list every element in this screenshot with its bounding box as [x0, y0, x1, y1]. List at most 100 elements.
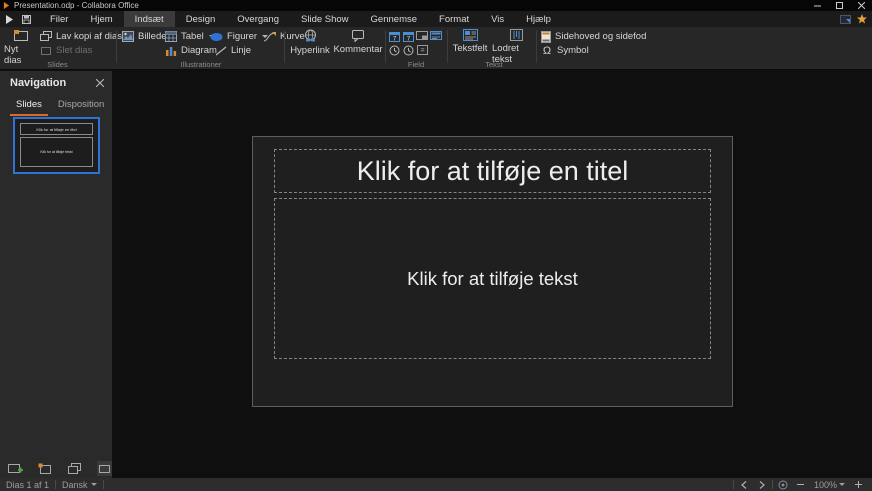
slide-title-icon	[430, 31, 442, 41]
impress-app-icon	[3, 2, 10, 9]
insert-date-fixed-button[interactable]: 7	[388, 30, 400, 42]
close-button[interactable]	[850, 0, 872, 11]
insert-time-variable-button[interactable]	[402, 44, 414, 56]
delete-slide-button[interactable]: Slet dias	[40, 44, 92, 57]
language-dropdown-arrow-icon	[91, 483, 97, 486]
menu-hjem[interactable]: Hjem	[79, 11, 123, 27]
tab-slides[interactable]: Slides	[10, 97, 48, 116]
line-icon	[216, 46, 227, 56]
collabora-logo-icon	[0, 11, 20, 27]
textbox-icon	[463, 29, 478, 41]
slide-edit-area[interactable]: Klik for at tilføje en titel Klik for at…	[252, 136, 733, 407]
body-placeholder[interactable]: Klik for at tilføje tekst	[274, 198, 711, 359]
slides-group-label: Slides	[0, 60, 115, 69]
menubar: Filer Hjem Indsæt Design Overgang Slide …	[0, 11, 872, 27]
delete-slide-toolbar-button[interactable]	[97, 461, 113, 476]
delete-slide-toolbar-icon	[98, 464, 111, 474]
minimize-icon	[814, 2, 821, 9]
image-icon	[122, 31, 134, 42]
chevron-left-icon	[741, 481, 747, 489]
menu-hjaelp[interactable]: Hjælp	[515, 11, 562, 27]
zoom-in-button[interactable]	[850, 479, 866, 491]
menu-format[interactable]: Format	[428, 11, 480, 27]
insert-shapes-button[interactable]: Figurer	[210, 30, 268, 43]
text-group-label: Tekst	[450, 60, 538, 69]
comment-button[interactable]: Kommentar	[334, 29, 382, 55]
rename-slide-toolbar-icon	[38, 463, 52, 475]
svg-text:7: 7	[392, 35, 396, 42]
insert-chart-button[interactable]: Diagram	[165, 44, 217, 57]
menu-design[interactable]: Design	[175, 11, 227, 27]
slide-thumbnail[interactable]: Klik for at tilføje en titel Klik for at…	[13, 117, 100, 174]
zoom-fit-icon	[778, 480, 788, 490]
insert-line-button[interactable]: Linje	[216, 44, 251, 57]
vertical-text-icon	[510, 29, 523, 41]
table-icon	[165, 31, 177, 42]
screen-mode-icon[interactable]	[840, 15, 851, 24]
minimize-button[interactable]	[806, 0, 828, 11]
slide-count-status[interactable]: Dias 1 af 1	[0, 480, 55, 490]
slide-count-icon: =	[417, 45, 428, 55]
delete-slide-icon	[40, 46, 52, 56]
insert-slide-number-button[interactable]	[416, 30, 428, 42]
curve-icon	[264, 32, 276, 42]
language-status[interactable]: Dansk	[56, 480, 103, 490]
chart-icon	[165, 45, 177, 56]
comment-icon	[351, 29, 365, 42]
statusbar-separator	[733, 480, 734, 489]
hyperlink-button[interactable]: Hyperlink	[288, 29, 332, 56]
header-footer-icon	[541, 31, 551, 43]
duplicate-slide-toolbar-icon	[68, 463, 81, 475]
statusbar: Dias 1 af 1 Dansk	[0, 478, 872, 491]
new-slide-toolbar-button[interactable]	[8, 461, 24, 476]
ribbon-separator	[284, 30, 285, 63]
zoom-dropdown-arrow-icon	[839, 483, 845, 486]
ribbon-separator	[116, 30, 117, 63]
insert-slide-count-button[interactable]: =	[416, 44, 428, 56]
body-placeholder-text: Klik for at tilføje tekst	[407, 268, 578, 290]
maximize-icon	[836, 2, 843, 9]
duplicate-slide-button[interactable]: Lav kopi af dias	[40, 30, 122, 43]
header-footer-button[interactable]: Sidehoved og sidefod	[541, 30, 646, 43]
panel-close-icon[interactable]	[96, 79, 104, 87]
ribbon-separator	[536, 30, 537, 63]
save-button[interactable]	[20, 11, 39, 27]
zoom-out-button[interactable]	[793, 479, 809, 491]
insert-image-button[interactable]: Billede	[122, 30, 167, 43]
svg-text:=: =	[420, 48, 424, 55]
insert-time-fixed-button[interactable]	[388, 44, 400, 56]
rename-slide-toolbar-button[interactable]	[38, 461, 54, 476]
next-slide-button[interactable]	[754, 479, 770, 491]
menu-slide-show[interactable]: Slide Show	[290, 11, 360, 27]
duplicate-slide-toolbar-button[interactable]	[67, 461, 83, 476]
star-icon[interactable]	[857, 14, 867, 24]
insert-table-button[interactable]: Tabel	[165, 30, 215, 43]
ribbon-separator	[447, 30, 448, 63]
title-placeholder[interactable]: Klik for at tilføje en titel	[274, 149, 711, 193]
hyperlink-icon	[303, 29, 318, 43]
menu-gennemse[interactable]: Gennemse	[360, 11, 428, 27]
menu-vis[interactable]: Vis	[480, 11, 515, 27]
insert-slide-title-button[interactable]	[430, 30, 442, 42]
svg-text:7: 7	[406, 35, 410, 42]
symbol-omega-icon: Ω	[541, 45, 553, 57]
duplicate-slide-icon	[40, 31, 52, 42]
title-placeholder-text: Klik for at tilføje en titel	[357, 156, 629, 187]
tab-disposition[interactable]: Disposition	[52, 97, 110, 116]
statusbar-separator	[772, 480, 773, 489]
zoom-fit-button[interactable]	[775, 479, 791, 491]
zoom-level-control[interactable]: 100%	[811, 480, 848, 490]
menu-indsaet[interactable]: Indsæt	[124, 11, 175, 27]
chevron-right-icon	[759, 481, 765, 489]
menu-overgang[interactable]: Overgang	[226, 11, 290, 27]
time-variable-icon	[403, 45, 414, 56]
new-slide-icon	[13, 29, 29, 42]
maximize-button[interactable]	[828, 0, 850, 11]
work-area: Navigation Slides Disposition Klik for a…	[0, 71, 872, 478]
insert-date-variable-button[interactable]: 7	[402, 30, 414, 42]
previous-slide-button[interactable]	[736, 479, 752, 491]
menu-filer[interactable]: Filer	[39, 11, 79, 27]
time-fixed-icon	[389, 45, 400, 56]
symbol-button[interactable]: Ω Symbol	[541, 44, 589, 57]
textbox-button[interactable]: Tekstfelt	[450, 29, 490, 54]
